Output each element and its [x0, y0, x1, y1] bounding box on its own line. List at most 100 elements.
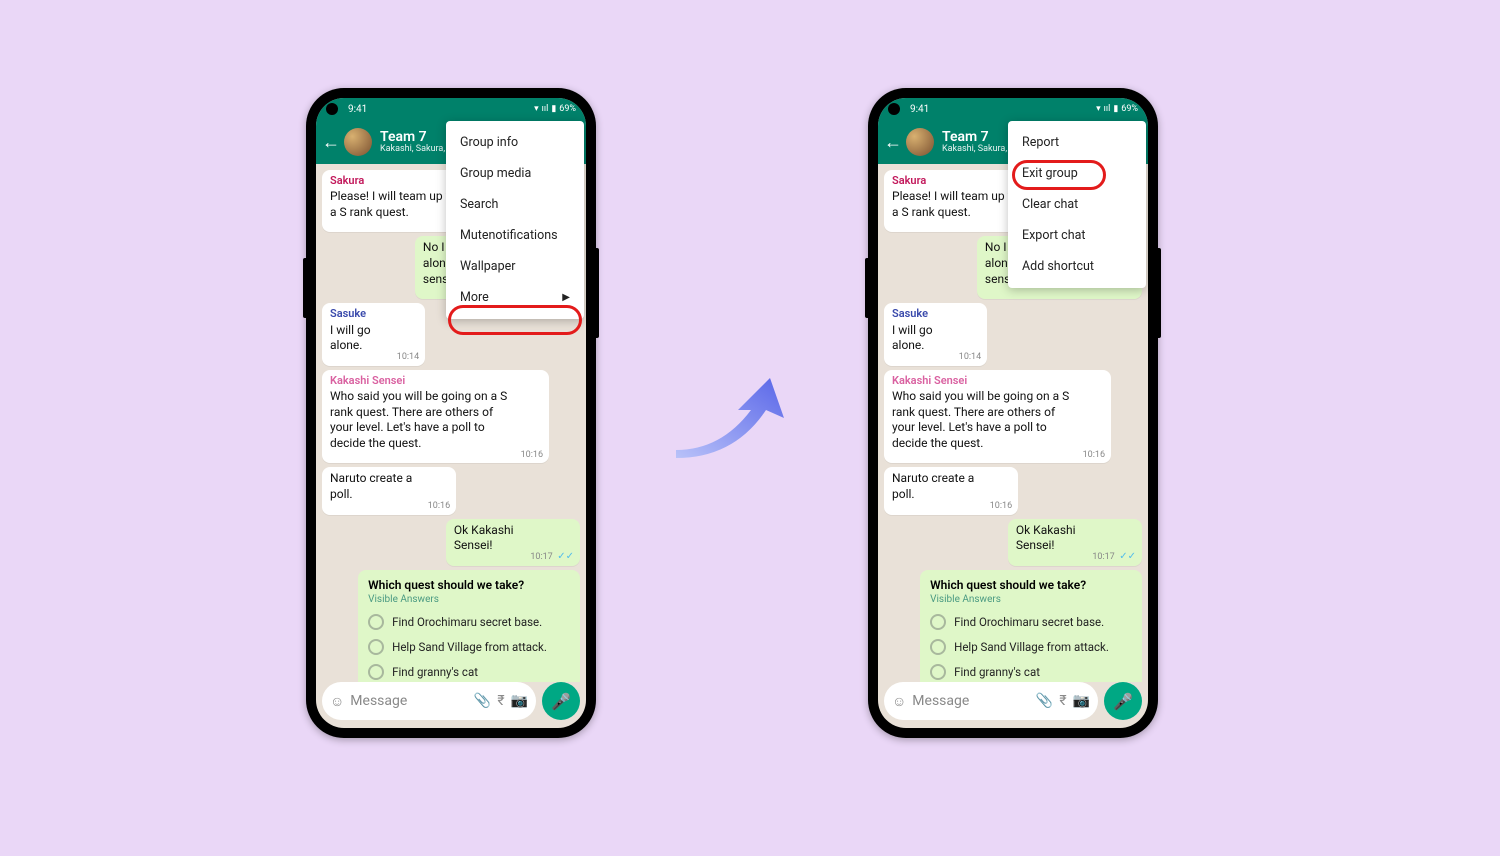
- radio-icon[interactable]: [368, 614, 384, 630]
- poll-option[interactable]: Find granny's cat: [368, 664, 570, 680]
- poll-card[interactable]: Which quest should we take? Visible Answ…: [358, 570, 580, 682]
- menu-item-search[interactable]: Search: [446, 189, 584, 220]
- radio-icon[interactable]: [368, 639, 384, 655]
- poll-option-label: Help Sand Village from attack.: [954, 640, 1109, 654]
- menu-item-group-media[interactable]: Group media: [446, 158, 584, 189]
- battery-icon: ▮: [551, 104, 556, 114]
- message-input[interactable]: ☺ Message 📎 ₹ 📷: [884, 682, 1098, 720]
- input-bar: ☺ Message 📎 ₹ 📷 🎤: [322, 682, 580, 720]
- radio-icon[interactable]: [930, 614, 946, 630]
- poll-option[interactable]: Find granny's cat: [930, 664, 1132, 680]
- message-time: 10:16: [1083, 450, 1105, 462]
- battery-pct: 69%: [1121, 104, 1138, 114]
- group-avatar[interactable]: [344, 128, 372, 156]
- group-avatar[interactable]: [906, 128, 934, 156]
- menu-item-group-info[interactable]: Group info: [446, 127, 584, 158]
- overflow-menu: Group info Group media Search Mutenotifi…: [446, 121, 584, 319]
- mic-icon: 🎤: [551, 692, 571, 711]
- message-text: Who said you will be going on a S rank q…: [892, 389, 1103, 459]
- message-out[interactable]: Ok Kakashi Sensei! 10:17 ✓✓: [1008, 519, 1142, 566]
- poll-option[interactable]: Help Sand Village from attack.: [930, 639, 1132, 655]
- message-time: 10:14: [397, 352, 419, 364]
- message-in[interactable]: Kakashi Sensei Who said you will be goin…: [884, 370, 1111, 464]
- screen-right: 9:41 ▾ ııl ▮ 69% ← Team 7 Kakashi, Sakur…: [878, 98, 1148, 728]
- message-in[interactable]: Sasuke I will go alone. 10:14: [884, 303, 987, 365]
- message-text: Who said you will be going on a S rank q…: [330, 389, 541, 459]
- poll-option-label: Find Orochimaru secret base.: [954, 615, 1104, 629]
- input-placeholder: Message: [912, 693, 969, 709]
- mic-button[interactable]: 🎤: [1104, 682, 1142, 720]
- status-time: 9:41: [348, 104, 367, 115]
- sender-name: Kakashi Sensei: [330, 374, 541, 388]
- message-time: 10:17 ✓✓: [530, 550, 574, 564]
- poll-visible-label: Visible Answers: [368, 594, 570, 605]
- attach-icon[interactable]: 📎: [474, 693, 491, 709]
- camera-icon[interactable]: 📷: [1073, 693, 1090, 709]
- poll-option-label: Help Sand Village from attack.: [392, 640, 547, 654]
- read-check-icon: ✓✓: [555, 551, 574, 562]
- message-time: 10:16: [428, 501, 450, 513]
- message-in[interactable]: Naruto create a poll. 10:16: [884, 467, 1018, 514]
- menu-item-exit-group[interactable]: Exit group: [1008, 158, 1146, 189]
- radio-icon[interactable]: [930, 639, 946, 655]
- poll-option[interactable]: Find Orochimaru secret base.: [368, 614, 570, 630]
- emoji-icon[interactable]: ☺: [892, 693, 906, 710]
- menu-item-report[interactable]: Report: [1008, 127, 1146, 158]
- poll-option-label: Find Orochimaru secret base.: [392, 615, 542, 629]
- poll-question: Which quest should we take?: [930, 578, 1132, 592]
- message-time: 10:17 ✓✓: [1092, 550, 1136, 564]
- radio-icon[interactable]: [930, 664, 946, 680]
- menu-item-clear-chat[interactable]: Clear chat: [1008, 189, 1146, 220]
- battery-icon: ▮: [1113, 104, 1118, 114]
- battery-pct: 69%: [559, 104, 576, 114]
- poll-option[interactable]: Find Orochimaru secret base.: [930, 614, 1132, 630]
- signal-icon: ııl: [542, 104, 549, 114]
- message-time: 10:16: [521, 450, 543, 462]
- back-icon[interactable]: ←: [322, 132, 340, 153]
- sender-name: Sasuke: [330, 307, 417, 321]
- camera-hole-icon: [326, 103, 338, 115]
- camera-hole-icon: [888, 103, 900, 115]
- mic-button[interactable]: 🎤: [542, 682, 580, 720]
- more-submenu: Report Exit group Clear chat Export chat…: [1008, 121, 1146, 288]
- poll-card[interactable]: Which quest should we take? Visible Answ…: [920, 570, 1142, 682]
- sender-name: Sasuke: [892, 307, 979, 321]
- message-in[interactable]: Naruto create a poll. 10:16: [322, 467, 456, 514]
- coin-icon[interactable]: ₹: [1059, 693, 1066, 709]
- status-bar: 9:41 ▾ ııl ▮ 69%: [878, 98, 1148, 120]
- poll-visible-label: Visible Answers: [930, 594, 1132, 605]
- status-bar: 9:41 ▾ ııl ▮ 69%: [316, 98, 586, 120]
- radio-icon[interactable]: [368, 664, 384, 680]
- status-time: 9:41: [910, 104, 929, 115]
- menu-item-export-chat[interactable]: Export chat: [1008, 220, 1146, 251]
- camera-icon[interactable]: 📷: [511, 693, 528, 709]
- menu-item-mute[interactable]: Mutenotifications: [446, 220, 584, 251]
- menu-item-wallpaper[interactable]: Wallpaper: [446, 251, 584, 282]
- menu-item-more[interactable]: More▶: [446, 282, 584, 313]
- poll-option-label: Find granny's cat: [954, 665, 1040, 679]
- input-placeholder: Message: [350, 693, 407, 709]
- transition-arrow-icon: [666, 370, 806, 460]
- poll-option[interactable]: Help Sand Village from attack.: [368, 639, 570, 655]
- emoji-icon[interactable]: ☺: [330, 693, 344, 710]
- wifi-icon: ▾: [534, 104, 539, 114]
- message-input[interactable]: ☺ Message 📎 ₹ 📷: [322, 682, 536, 720]
- message-time: 10:14: [959, 352, 981, 364]
- chevron-right-icon: ▶: [562, 292, 570, 303]
- sender-name: Kakashi Sensei: [892, 374, 1103, 388]
- message-in[interactable]: Sasuke I will go alone. 10:14: [322, 303, 425, 365]
- attach-icon[interactable]: 📎: [1036, 693, 1053, 709]
- wifi-icon: ▾: [1096, 104, 1101, 114]
- input-bar: ☺ Message 📎 ₹ 📷 🎤: [884, 682, 1142, 720]
- coin-icon[interactable]: ₹: [497, 693, 504, 709]
- signal-icon: ııl: [1104, 104, 1111, 114]
- back-icon[interactable]: ←: [884, 132, 902, 153]
- read-check-icon: ✓✓: [1117, 551, 1136, 562]
- phone-left: 9:41 ▾ ııl ▮ 69% ← Team 7 Kakashi, Sakur…: [306, 88, 596, 738]
- message-in[interactable]: Kakashi Sensei Who said you will be goin…: [322, 370, 549, 464]
- poll-question: Which quest should we take?: [368, 578, 570, 592]
- menu-item-add-shortcut[interactable]: Add shortcut: [1008, 251, 1146, 282]
- screen-left: 9:41 ▾ ııl ▮ 69% ← Team 7 Kakashi, Sakur…: [316, 98, 586, 728]
- poll-option-label: Find granny's cat: [392, 665, 478, 679]
- message-out[interactable]: Ok Kakashi Sensei! 10:17 ✓✓: [446, 519, 580, 566]
